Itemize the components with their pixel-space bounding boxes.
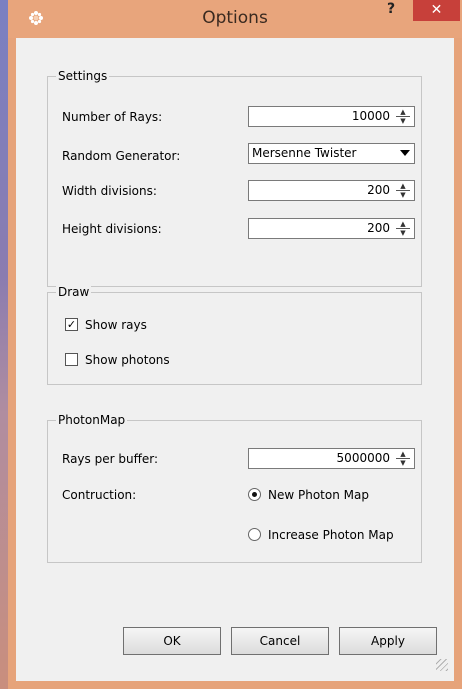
options-window: Options ? ✕ Settings Number of Rays: 100… xyxy=(0,0,462,689)
buffer-spin-arrows[interactable]: ▲ ▼ xyxy=(394,450,412,467)
radio-selected-dot xyxy=(252,492,257,497)
settings-group-label: Settings xyxy=(56,69,110,83)
rays-label: Number of Rays: xyxy=(62,110,163,124)
cancel-button[interactable]: Cancel xyxy=(231,627,329,655)
spin-up-icon[interactable]: ▲ xyxy=(394,182,412,190)
rays-spin-arrows[interactable]: ▲ ▼ xyxy=(394,108,412,125)
settings-group: Settings Number of Rays: 10000 ▲ ▼ Rando… xyxy=(47,69,422,287)
draw-group: Draw ✓ Show rays Show photons xyxy=(47,285,422,385)
photonmap-group-label: PhotonMap xyxy=(56,413,128,427)
width-spinbox[interactable]: 200 ▲ ▼ xyxy=(248,180,415,201)
buffer-spinbox[interactable]: 5000000 ▲ ▼ xyxy=(248,448,415,469)
increase-photon-map-radio[interactable] xyxy=(248,528,261,541)
increase-photon-map-label[interactable]: Increase Photon Map xyxy=(268,527,394,543)
chevron-down-icon[interactable] xyxy=(400,150,410,156)
spin-up-icon[interactable]: ▲ xyxy=(394,220,412,228)
show-rays-label[interactable]: Show rays xyxy=(85,317,147,333)
height-spin-arrows[interactable]: ▲ ▼ xyxy=(394,220,412,237)
generator-label: Random Generator: xyxy=(62,149,181,163)
width-label: Width divisions: xyxy=(62,184,157,198)
spin-down-icon[interactable]: ▼ xyxy=(394,229,412,237)
help-button[interactable]: ? xyxy=(378,1,404,21)
photonmap-group: PhotonMap Rays per buffer: 5000000 ▲ ▼ C… xyxy=(47,413,422,563)
spin-up-icon[interactable]: ▲ xyxy=(394,108,412,116)
width-spin-arrows[interactable]: ▲ ▼ xyxy=(394,182,412,199)
spin-down-icon[interactable]: ▼ xyxy=(394,459,412,467)
spin-down-icon[interactable]: ▼ xyxy=(394,117,412,125)
spin-up-icon[interactable]: ▲ xyxy=(394,450,412,458)
show-photons-checkbox[interactable] xyxy=(65,353,78,366)
close-icon: ✕ xyxy=(430,2,443,18)
show-rays-checkbox[interactable]: ✓ xyxy=(65,318,78,331)
new-photon-map-radio[interactable] xyxy=(248,488,261,501)
height-spinbox[interactable]: 200 ▲ ▼ xyxy=(248,218,415,239)
apply-button[interactable]: Apply xyxy=(339,627,437,655)
close-button[interactable]: ✕ xyxy=(413,0,460,21)
dialog-client-area: Settings Number of Rays: 10000 ▲ ▼ Rando… xyxy=(16,38,454,681)
buffer-value: 5000000 xyxy=(336,451,390,465)
height-value: 200 xyxy=(367,221,390,235)
rays-value: 10000 xyxy=(351,109,390,123)
spin-down-icon[interactable]: ▼ xyxy=(394,191,412,199)
checkmark-icon: ✓ xyxy=(66,318,77,331)
construction-label: Contruction: xyxy=(62,488,137,502)
show-photons-label[interactable]: Show photons xyxy=(85,352,170,368)
width-value: 200 xyxy=(367,183,390,197)
generator-value: Mersenne Twister xyxy=(252,146,357,160)
buffer-label: Rays per buffer: xyxy=(62,452,158,466)
title-bar[interactable]: Options ? ✕ xyxy=(8,0,462,38)
window-left-edge xyxy=(0,0,8,689)
height-label: Height divisions: xyxy=(62,222,162,236)
new-photon-map-label[interactable]: New Photon Map xyxy=(268,487,369,503)
ok-button[interactable]: OK xyxy=(123,627,221,655)
generator-select[interactable]: Mersenne Twister xyxy=(248,143,415,164)
draw-group-label: Draw xyxy=(56,285,92,299)
resize-grip-icon[interactable] xyxy=(436,659,448,671)
rays-spinbox[interactable]: 10000 ▲ ▼ xyxy=(248,106,415,127)
